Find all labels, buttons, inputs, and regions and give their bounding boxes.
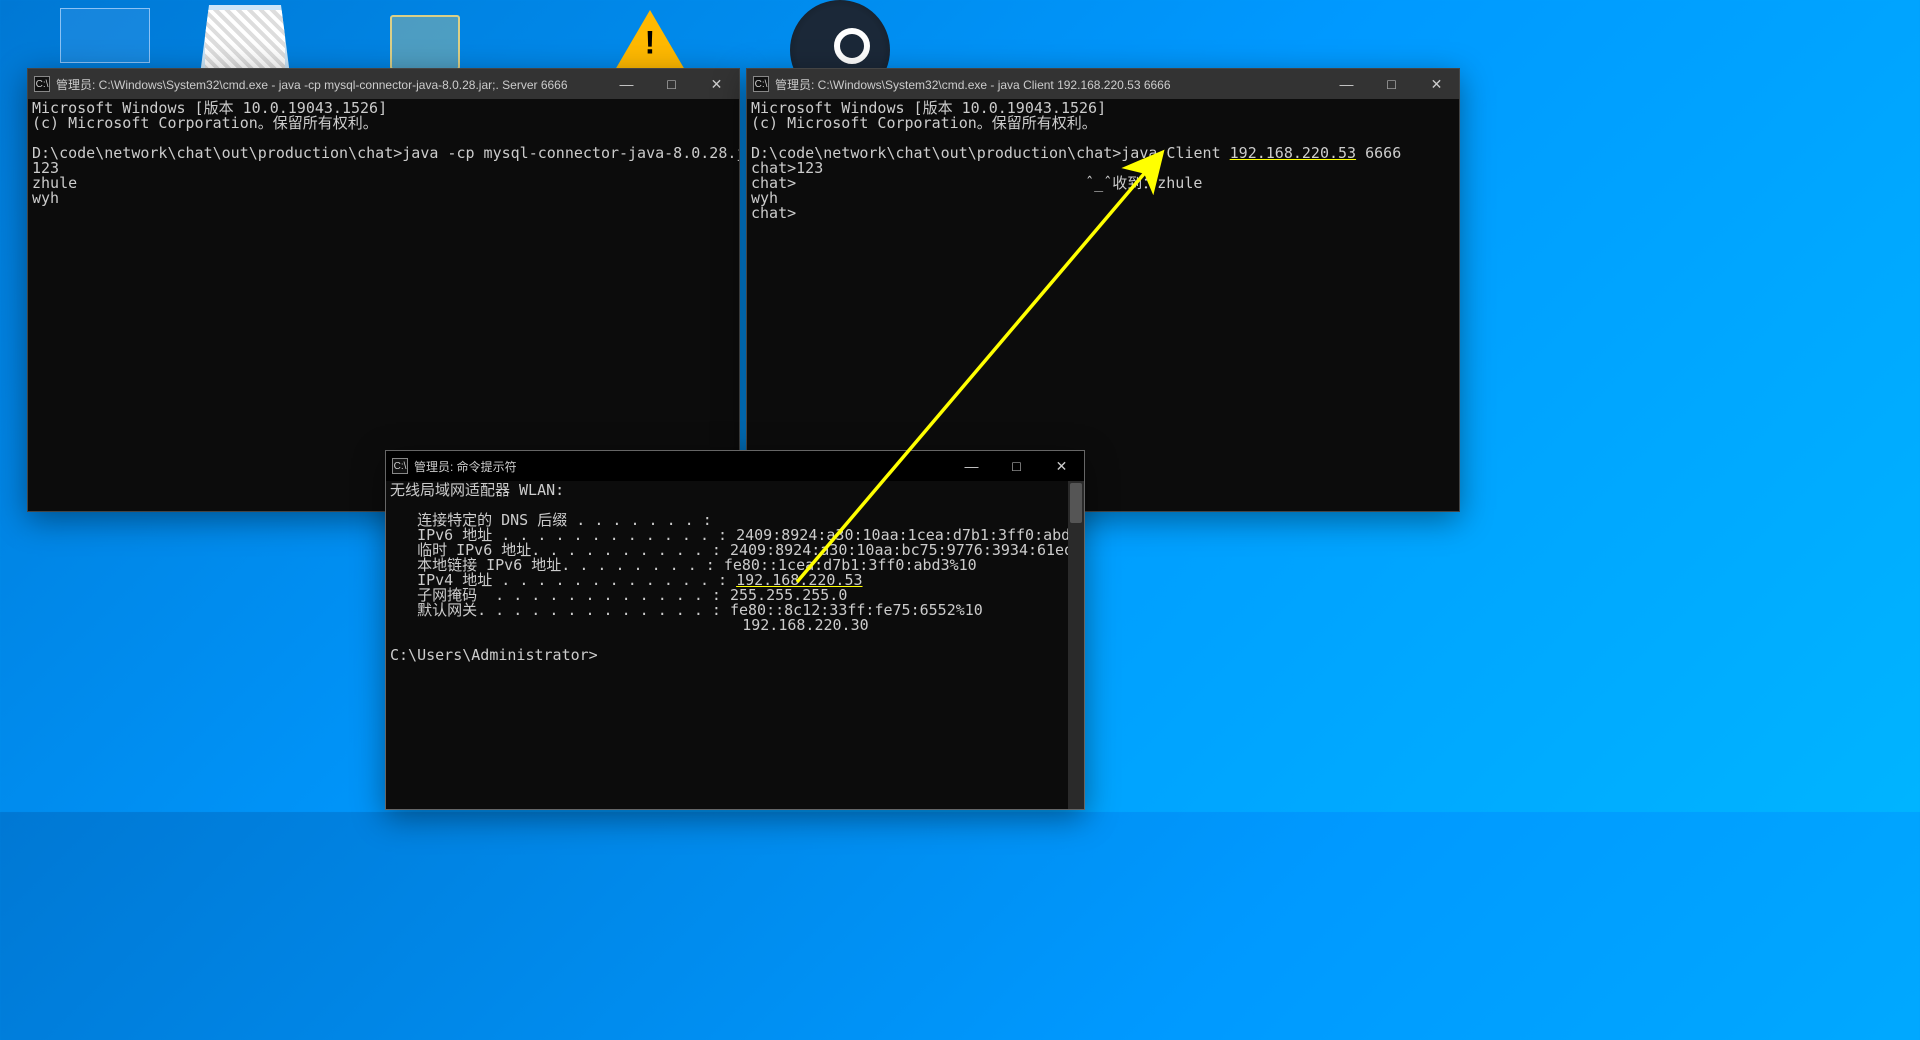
warning-shield-icon[interactable] xyxy=(615,10,685,70)
titlebar[interactable]: C:\ 管理员: C:\Windows\System32\cmd.exe - j… xyxy=(747,69,1459,99)
window-title: 管理员: C:\Windows\System32\cmd.exe - java … xyxy=(56,76,604,93)
cmd-window-ipconfig[interactable]: C:\ 管理员: 命令提示符 — □ ✕ 无线局域网适配器 WLAN: 连接特定… xyxy=(385,450,1085,810)
minimize-button[interactable]: — xyxy=(604,69,649,99)
maximize-button[interactable]: □ xyxy=(1369,69,1414,99)
titlebar[interactable]: C:\ 管理员: C:\Windows\System32\cmd.exe - j… xyxy=(28,69,739,99)
maximize-button[interactable]: □ xyxy=(649,69,694,99)
desktop-selection xyxy=(60,8,150,63)
cmd-icon: C:\ xyxy=(34,76,50,92)
ipv4-address-value: 192.168.220.53 xyxy=(736,571,862,589)
maximize-button[interactable]: □ xyxy=(994,451,1039,481)
minimize-button[interactable]: — xyxy=(1324,69,1369,99)
folder-icon[interactable] xyxy=(390,15,460,70)
scrollbar-thumb[interactable] xyxy=(1070,483,1082,523)
cmd-icon: C:\ xyxy=(753,76,769,92)
titlebar[interactable]: C:\ 管理员: 命令提示符 — □ ✕ xyxy=(386,451,1084,481)
client-ip-arg: 192.168.220.53 xyxy=(1230,144,1356,162)
window-title: 管理员: C:\Windows\System32\cmd.exe - java … xyxy=(775,76,1324,93)
terminal-output[interactable]: 无线局域网适配器 WLAN: 连接特定的 DNS 后缀 . . . . . . … xyxy=(386,481,1084,809)
minimize-button[interactable]: — xyxy=(949,451,994,481)
recycle-bin-icon[interactable] xyxy=(200,5,290,75)
cmd-window-server[interactable]: C:\ 管理员: C:\Windows\System32\cmd.exe - j… xyxy=(27,68,740,512)
window-title: 管理员: 命令提示符 xyxy=(414,458,949,475)
cmd-icon: C:\ xyxy=(392,458,408,474)
scrollbar[interactable] xyxy=(1068,481,1084,809)
close-button[interactable]: ✕ xyxy=(1039,451,1084,481)
cmd-window-client[interactable]: C:\ 管理员: C:\Windows\System32\cmd.exe - j… xyxy=(746,68,1460,512)
close-button[interactable]: ✕ xyxy=(1414,69,1459,99)
close-button[interactable]: ✕ xyxy=(694,69,739,99)
